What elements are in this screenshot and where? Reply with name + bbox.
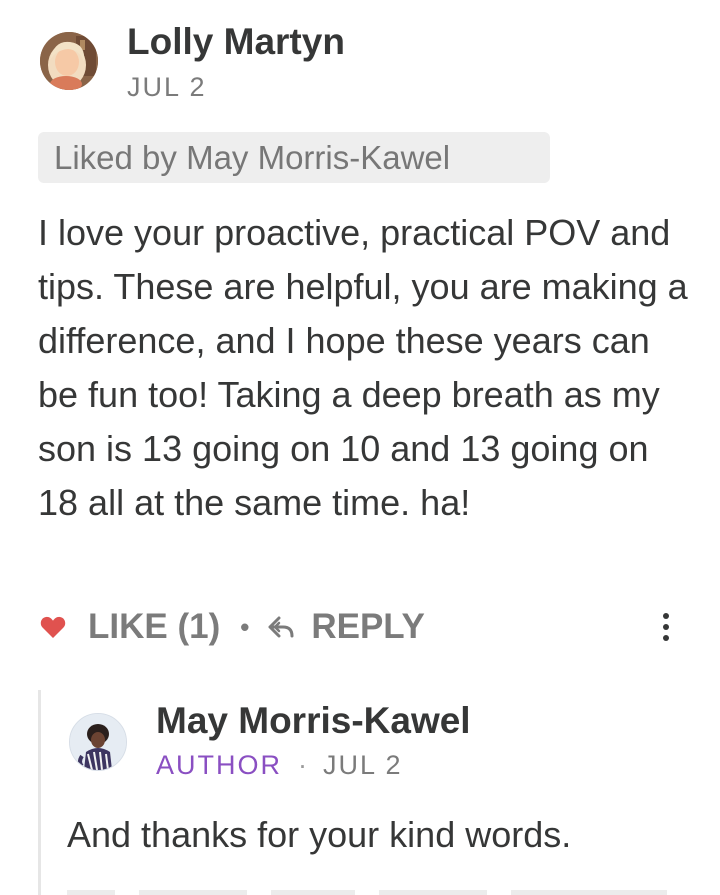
meta-separator: · (298, 750, 307, 780)
comment-date[interactable]: JUL 2 (127, 72, 207, 103)
author-badge: AUTHOR (156, 750, 282, 780)
liked-by-label: Liked by May Morris-Kawel (38, 132, 550, 183)
reply-author-name[interactable]: May Morris-Kawel (156, 700, 471, 742)
reply-body-clipped-line (67, 866, 667, 895)
comment-body: I love your proactive, practical POV and… (38, 212, 688, 523)
reply-button[interactable]: REPLY (311, 607, 424, 647)
reply-arrow-icon[interactable] (267, 615, 295, 639)
heart-icon[interactable] (40, 615, 66, 639)
reply-thread-line (38, 690, 41, 895)
reply-meta: AUTHOR · JUL 2 (156, 750, 403, 781)
comment-actions: LIKE (1) • REPLY (38, 603, 425, 651)
commenter-avatar[interactable] (40, 32, 98, 90)
reply-body: And thanks for your kind words. (67, 814, 572, 855)
action-separator: • (240, 611, 250, 642)
commenter-name[interactable]: Lolly Martyn (127, 21, 345, 63)
comment-thread: Lolly Martyn JUL 2 Liked by May Morris-K… (0, 0, 720, 895)
like-button[interactable]: LIKE (1) (88, 607, 220, 647)
vertical-ellipsis-icon[interactable] (656, 608, 676, 648)
reply-date[interactable]: JUL 2 (323, 750, 403, 781)
reply-avatar[interactable] (69, 713, 127, 771)
